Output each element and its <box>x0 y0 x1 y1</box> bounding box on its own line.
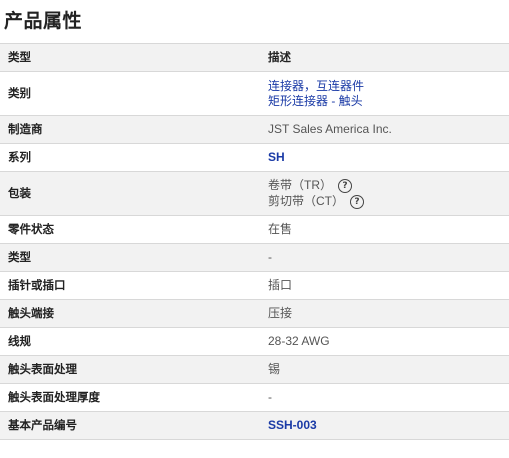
row-label: 制造商 <box>8 122 43 136</box>
part-status-value: 在售 <box>268 222 293 236</box>
help-circle-icon[interactable]: ? <box>350 194 364 209</box>
category-link-connectors[interactable]: 连接器，互连器件 <box>268 79 509 94</box>
table-row-type: 类型 - <box>0 243 509 272</box>
table-row-contact-finish: 触头表面处理 锡 <box>0 355 509 384</box>
table-row-contact-termination: 触头端接 压接 <box>0 299 509 328</box>
packaging-cut-tape: 剪切带（CT） <box>268 194 344 208</box>
page-title: 产品属性 <box>4 10 83 32</box>
contact-termination-value: 压接 <box>268 306 293 320</box>
contact-finish-value: 锡 <box>268 362 281 376</box>
row-label: 类型 <box>8 250 31 264</box>
row-value: SH <box>260 144 509 172</box>
row-label: 插针或插口 <box>8 278 66 292</box>
table-row-base-part-number: 基本产品编号 SSH-003 <box>0 411 509 440</box>
row-value: SSH-003 <box>260 412 509 440</box>
packaging-option: 卷带（TR） ? <box>268 178 509 194</box>
packaging-tape-reel: 卷带（TR） <box>268 178 332 192</box>
row-label: 包装 <box>8 186 31 200</box>
table-row-series: 系列 SH <box>0 143 509 172</box>
table-row-part-status: 零件状态 在售 <box>0 215 509 244</box>
row-value: 卷带（TR） ? 剪切带（CT） ? <box>260 172 509 216</box>
row-label: 零件状态 <box>8 222 54 236</box>
series-link[interactable]: SH <box>268 150 285 164</box>
table-row-packaging: 包装 卷带（TR） ? 剪切带（CT） ? <box>0 171 509 216</box>
header-description: 描述 <box>268 50 291 64</box>
row-label: 系列 <box>8 150 31 164</box>
table-row-contact-finish-thickness: 触头表面处理厚度 - <box>0 383 509 412</box>
contact-finish-thickness-value: - <box>268 390 272 404</box>
wire-gauge-value: 28-32 AWG <box>268 334 330 348</box>
help-circle-icon[interactable]: ? <box>338 178 352 193</box>
row-label: 触头端接 <box>8 306 54 320</box>
row-label: 触头表面处理 <box>8 362 77 376</box>
table-row-wire-gauge: 线规 28-32 AWG <box>0 327 509 356</box>
table-row-manufacturer: 制造商 JST Sales America Inc. <box>0 115 509 144</box>
manufacturer-value: JST Sales America Inc. <box>268 122 392 136</box>
type-value: - <box>268 250 272 264</box>
base-part-number-link[interactable]: SSH-003 <box>268 418 317 432</box>
row-label: 基本产品编号 <box>8 418 77 432</box>
pin-or-socket-value: 插口 <box>268 278 293 292</box>
table-header-row: 类型 描述 <box>0 43 509 72</box>
category-link-rectangular-contacts[interactable]: 矩形连接器 - 触头 <box>268 94 509 109</box>
table-row-pin-or-socket: 插针或插口 插口 <box>0 271 509 300</box>
row-label: 类别 <box>8 86 31 100</box>
table-row-category: 类别 连接器，互连器件 矩形连接器 - 触头 <box>0 71 509 116</box>
packaging-option: 剪切带（CT） ? <box>268 194 509 210</box>
row-label: 线规 <box>8 334 31 348</box>
row-value: 连接器，互连器件 矩形连接器 - 触头 <box>260 72 509 116</box>
header-type: 类型 <box>8 50 31 64</box>
product-attributes-table: 类型 描述 类别 连接器，互连器件 矩形连接器 - 触头 制造商 JST Sal… <box>0 43 509 440</box>
row-label: 触头表面处理厚度 <box>8 390 100 404</box>
